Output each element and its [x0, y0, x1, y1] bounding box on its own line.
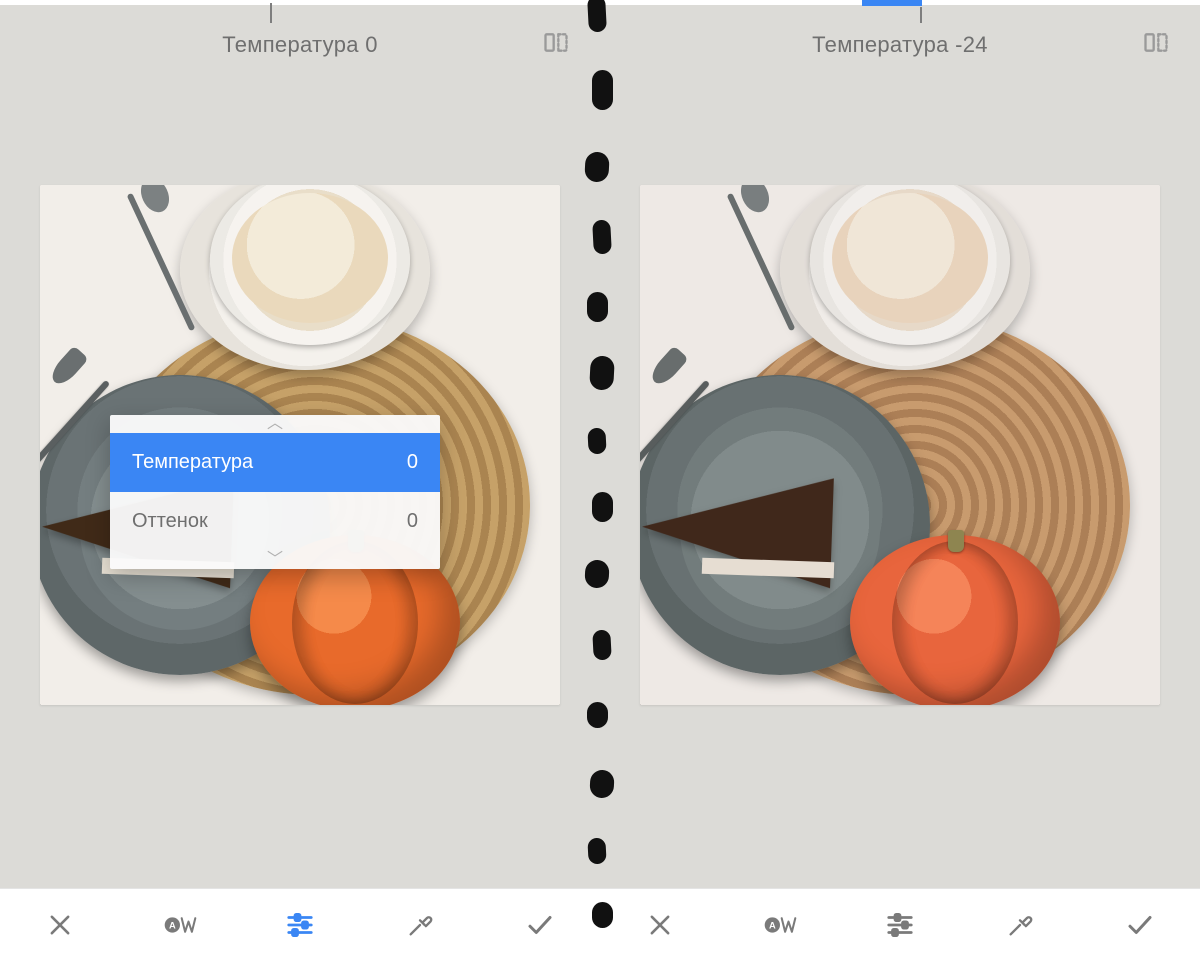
image-canvas[interactable] — [600, 185, 1200, 705]
editor-panel-right: Температура -24 — [600, 0, 1200, 960]
editor-panel-left: Температура 0 — [0, 0, 600, 960]
svg-text:A: A — [169, 920, 176, 930]
svg-text:A: A — [769, 920, 776, 930]
eyedropper-button[interactable] — [400, 905, 440, 945]
bottom-toolbar: A — [0, 888, 600, 960]
auto-wb-button[interactable]: A — [160, 905, 200, 945]
popup-row-value: 0 — [407, 451, 418, 474]
chevron-down-icon[interactable]: ﹀ — [110, 551, 440, 569]
header: Температура -24 — [600, 5, 1200, 85]
photo-preview — [640, 185, 1160, 705]
popup-row-tint[interactable]: Оттенок 0 — [110, 492, 440, 551]
auto-wb-button[interactable]: A — [760, 905, 800, 945]
parameter-popup[interactable]: ︿ Температура 0 Оттенок 0 ﹀ — [110, 415, 440, 569]
accept-button[interactable] — [1120, 905, 1160, 945]
parameter-readout: Температура 0 — [222, 32, 378, 58]
parameter-readout: Температура -24 — [812, 32, 988, 58]
popup-row-temperature[interactable]: Температура 0 — [110, 433, 440, 492]
compare-icon[interactable] — [542, 29, 570, 62]
popup-row-value: 0 — [407, 510, 418, 533]
popup-row-label: Оттенок — [132, 510, 208, 533]
header: Температура 0 — [0, 5, 600, 85]
sliders-button[interactable] — [280, 905, 320, 945]
sliders-button[interactable] — [880, 905, 920, 945]
compare-icon[interactable] — [1142, 29, 1170, 62]
eyedropper-button[interactable] — [1000, 905, 1040, 945]
bottom-toolbar: A — [600, 888, 1200, 960]
close-button[interactable] — [40, 905, 80, 945]
accept-button[interactable] — [520, 905, 560, 945]
popup-row-label: Температура — [132, 451, 253, 474]
close-button[interactable] — [640, 905, 680, 945]
chevron-up-icon[interactable]: ︿ — [110, 415, 440, 433]
